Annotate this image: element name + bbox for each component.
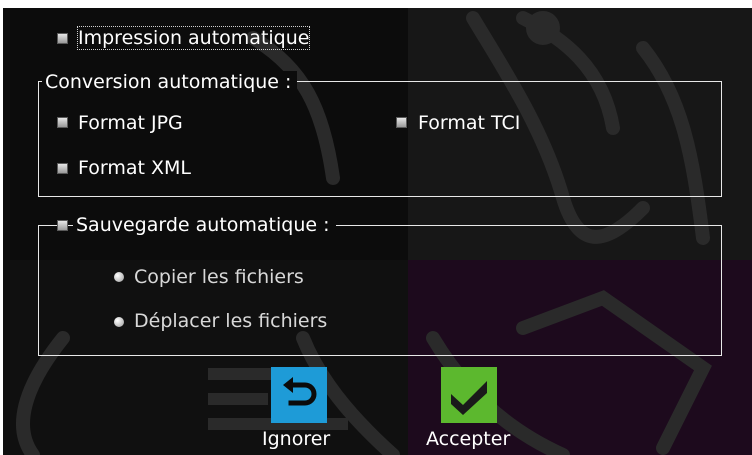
- format-jpg-label[interactable]: Format JPG: [78, 112, 183, 134]
- accept-label[interactable]: Accepter: [426, 428, 510, 450]
- format-xml-label[interactable]: Format XML: [78, 157, 191, 179]
- backup-legend[interactable]: Sauvegarde automatique :: [73, 214, 336, 236]
- backup-group: [38, 225, 722, 356]
- move-files-radio[interactable]: [114, 317, 124, 327]
- ignore-button[interactable]: [271, 367, 327, 423]
- options-dialog: Impression automatique Conversion automa…: [3, 8, 752, 455]
- format-xml-checkbox[interactable]: [57, 163, 68, 174]
- accept-button[interactable]: [441, 367, 497, 423]
- checkmark-icon: [451, 381, 487, 415]
- print-auto-checkbox[interactable]: [57, 33, 68, 44]
- ignore-label[interactable]: Ignorer: [262, 428, 330, 450]
- backup-auto-checkbox[interactable]: [57, 220, 68, 231]
- undo-arrow-icon: [283, 377, 317, 406]
- print-auto-label[interactable]: Impression automatique: [76, 26, 311, 50]
- format-tci-checkbox[interactable]: [396, 117, 407, 128]
- conversion-legend: Conversion automatique :: [42, 71, 298, 93]
- move-files-label[interactable]: Déplacer les fichiers: [134, 310, 327, 332]
- copy-files-label[interactable]: Copier les fichiers: [134, 266, 304, 288]
- copy-files-radio[interactable]: [114, 272, 124, 282]
- format-jpg-checkbox[interactable]: [57, 117, 68, 128]
- format-tci-label[interactable]: Format TCI: [418, 112, 520, 134]
- conversion-group: [38, 81, 722, 197]
